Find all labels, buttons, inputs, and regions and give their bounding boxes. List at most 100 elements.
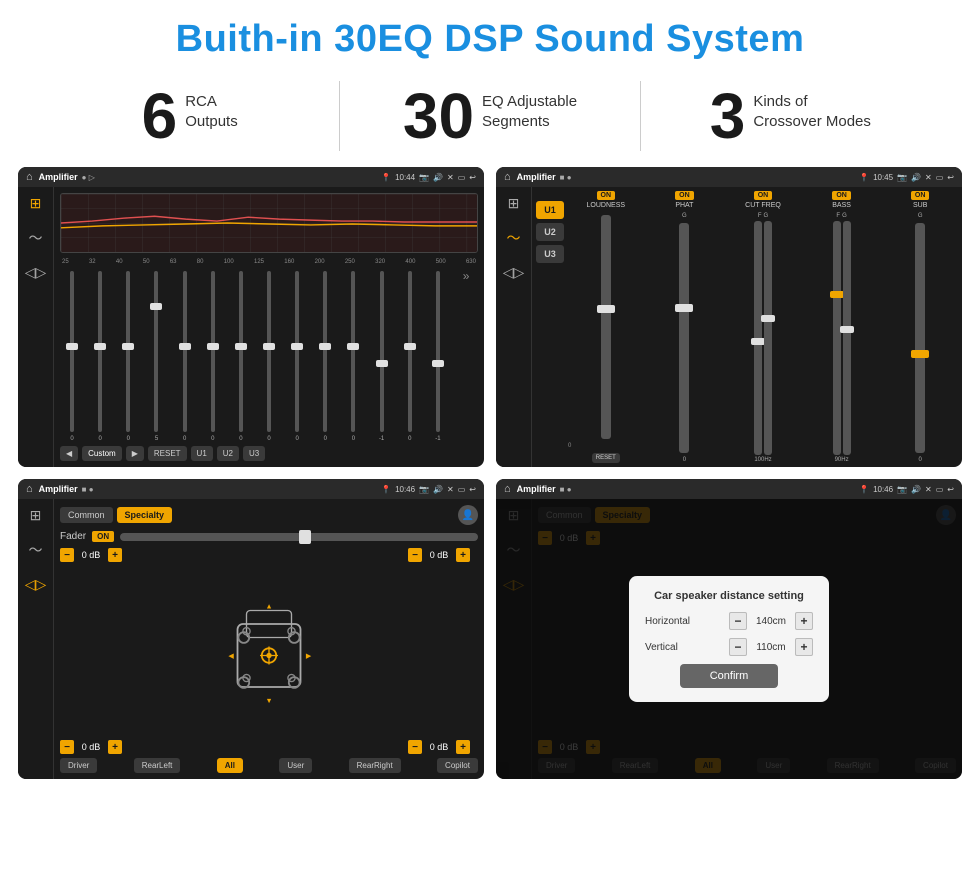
copilot-btn[interactable]: Copilot [437,758,478,773]
eq-reset-btn[interactable]: RESET [148,446,187,461]
eq-left-sidebar: ⊞ 〜 ◁▷ [18,187,54,467]
bottom-right-db-value: 0 dB [425,742,453,752]
fader-sidebar-eq-icon[interactable]: ⊞ [30,507,42,524]
home-icon-4[interactable]: ⌂ [504,483,511,495]
dialog-box: Car speaker distance setting Horizontal … [629,576,829,702]
cutfreq-label: CUT FREQ [745,202,781,209]
screen-crossover: ⌂ Amplifier ■ ● 📍 10:45 📷 🔊 ✕ ▭ ↩ ⊞ 〜 ◁▷ [496,167,962,467]
bottom-right-plus-btn[interactable]: + [456,740,470,754]
speaker-layout: − 0 dB + − 0 dB + [60,548,478,754]
volume-icon-1: 🔊 [433,173,443,182]
status-bar-4: ⌂ Amplifier ■ ● 📍 10:46 📷 🔊 ✕ ▭ ↩ [496,479,962,499]
u2-button[interactable]: U2 [536,223,564,241]
eq-graph [60,193,478,253]
bottom-right-db: − 0 dB + [408,740,478,754]
bottom-left-plus-btn[interactable]: + [108,740,122,754]
crossover-sidebar-active-icon[interactable]: 〜 [507,228,521,248]
home-icon-3[interactable]: ⌂ [26,483,33,495]
eq-slider-13: 0 [398,269,422,442]
svg-text:▶: ▶ [306,651,312,660]
eq-slider-3: 0 [116,269,140,442]
top-left-minus-btn[interactable]: − [60,548,74,562]
stat-crossover-number: 3 [710,84,746,148]
back-icon-4: ↩ [947,485,954,494]
freq-labels: 2532 4050 6380 100125 160200 250320 4005… [60,259,478,265]
eq-u3-btn[interactable]: U3 [243,446,265,461]
bass-on-badge: ON [832,191,851,200]
stats-row: 6 RCAOutputs 30 EQ AdjustableSegments 3 … [0,73,980,167]
fader-slider[interactable] [120,533,478,541]
stat-eq-text: EQ AdjustableSegments [482,84,577,131]
status-bar-1: ⌂ Amplifier ● ▷ 📍 10:44 📷 🔊 ✕ ▭ ↩ [18,167,484,187]
u3-button[interactable]: U3 [536,245,564,263]
top-left-plus-btn[interactable]: + [108,548,122,562]
vertical-plus-btn[interactable]: + [795,638,813,656]
eq-u2-btn[interactable]: U2 [217,446,239,461]
eq-slider-2: 0 [88,269,112,442]
fader-on-toggle[interactable]: ON [92,531,114,542]
eq-slider-6: 0 [201,269,225,442]
phat-on-badge: ON [675,191,694,200]
ctrl-phat: ON PHAT G 0 [647,191,723,463]
confirm-button[interactable]: Confirm [680,664,779,688]
screen-fader: ⌂ Amplifier ■ ● 📍 10:46 📷 🔊 ✕ ▭ ↩ ⊞ 〜 ◁▷ [18,479,484,779]
camera-icon-1: 📷 [419,173,429,182]
fader-sidebar-active-icon[interactable]: ◁▷ [25,576,47,593]
u1-button[interactable]: U1 [536,201,564,219]
screen4-time: 10:46 [873,485,893,494]
dialog-title: Car speaker distance setting [645,590,813,602]
location-icon-2: 📍 [859,173,869,182]
screen4-status-right: 📍 10:46 📷 🔊 ✕ ▭ ↩ [859,485,954,494]
page-title: Buith-in 30EQ DSP Sound System [0,0,980,73]
eq-u1-btn[interactable]: U1 [191,446,213,461]
stat-rca-text: RCAOutputs [185,84,238,131]
crossover-sidebar-speaker-icon[interactable]: ◁▷ [503,264,525,281]
eq-play-btn[interactable]: ▶ [126,446,144,461]
eq-sidebar-wave-icon[interactable]: 〜 [29,228,43,248]
vertical-minus-btn[interactable]: − [729,638,747,656]
page-wrapper: Buith-in 30EQ DSP Sound System 6 RCAOutp… [0,0,980,881]
eq-slider-1: 0 [60,269,84,442]
bottom-left-minus-btn[interactable]: − [60,740,74,754]
eq-slider-9: 0 [285,269,309,442]
home-icon-1[interactable]: ⌂ [26,171,33,183]
loudness-reset[interactable]: RESET [592,453,620,463]
sub-on-badge: ON [911,191,930,200]
bass-label: BASS [832,202,851,209]
stat-crossover: 3 Kinds ofCrossover Modes [661,84,920,148]
screen3-time: 10:46 [395,485,415,494]
rearleft-btn[interactable]: RearLeft [134,758,181,773]
tab-common[interactable]: Common [60,507,113,523]
stat-divider-2 [640,81,641,151]
screen1-title: Amplifier [39,172,78,182]
horizontal-minus-btn[interactable]: − [729,612,747,630]
left-db-controls: − 0 dB + − 0 dB + [60,548,130,754]
eq-sidebar-filter-icon[interactable]: ⊞ [30,195,42,212]
location-icon-3: 📍 [381,485,391,494]
fader-sidebar-wave-icon[interactable]: 〜 [29,540,43,560]
rearright-btn[interactable]: RearRight [349,758,401,773]
top-right-plus-btn[interactable]: + [456,548,470,562]
eq-custom-btn[interactable]: Custom [82,446,122,461]
fader-label-row: Fader ON [60,531,478,542]
crossover-sidebar-eq-icon[interactable]: ⊞ [508,195,520,212]
horizontal-plus-btn[interactable]: + [795,612,813,630]
screen1-status-right: 📍 10:44 📷 🔊 ✕ ▭ ↩ [381,173,476,182]
camera-icon-2: 📷 [897,173,907,182]
eq-prev-btn[interactable]: ◀ [60,446,78,461]
all-btn[interactable]: All [217,758,243,773]
avatar-icon-3[interactable]: 👤 [458,505,478,525]
eq-expand-icon[interactable]: » [454,269,478,442]
top-right-minus-btn[interactable]: − [408,548,422,562]
bottom-right-minus-btn[interactable]: − [408,740,422,754]
vertical-value: 110cm [751,642,791,653]
screen-dialog: ⌂ Amplifier ■ ● 📍 10:46 📷 🔊 ✕ ▭ ↩ ⊞ 〜 [496,479,962,779]
driver-btn[interactable]: Driver [60,758,97,773]
fader-tab-right: 👤 [458,505,478,525]
home-icon-2[interactable]: ⌂ [504,171,511,183]
tab-specialty[interactable]: Specialty [117,507,173,523]
user-btn[interactable]: User [279,758,312,773]
u-buttons-group: U1 U2 U3 [536,191,564,463]
screen1-dots: ● ▷ [82,173,95,182]
eq-sidebar-speaker-icon[interactable]: ◁▷ [25,264,47,281]
